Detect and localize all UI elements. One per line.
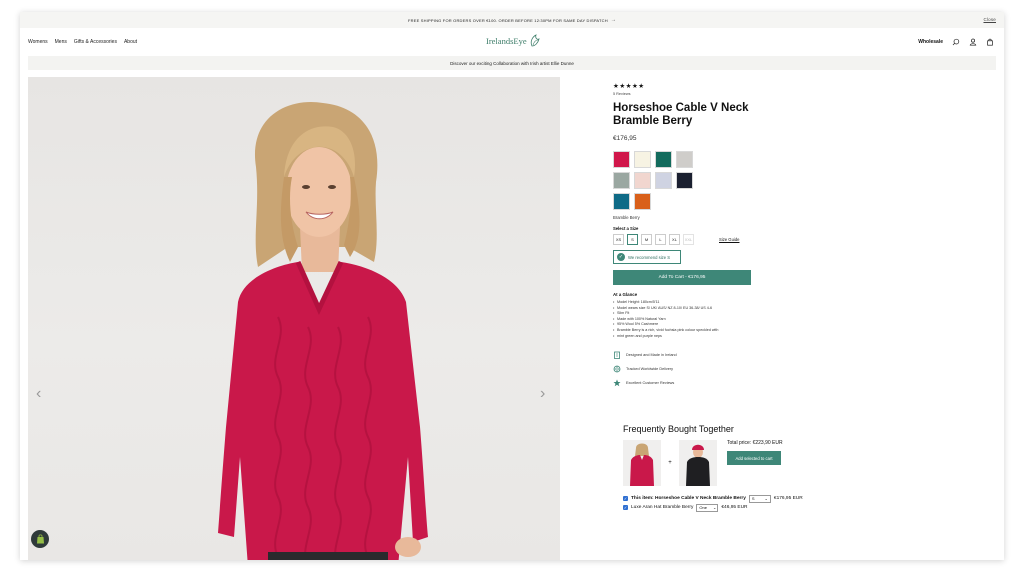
product-info-panel: ★★★★★ 5 Reviews Horseshoe Cable V Neck B… — [613, 82, 758, 390]
hat-thumbnail-image — [686, 444, 710, 486]
wholesale-link[interactable]: Wholesale — [918, 39, 943, 45]
feature-made-in-ireland: Designed and Made in Ireland — [613, 348, 758, 362]
sweater-thumbnail-image — [630, 443, 654, 486]
star-icon — [613, 379, 621, 387]
shopify-badge[interactable] — [31, 530, 49, 548]
glance-list: Model Height: 180cm/5'11 Model wears siz… — [613, 300, 758, 339]
product-title: Horseshoe Cable V Neck Bramble Berry — [613, 102, 749, 127]
main-navigation: Womens Mens Gifts & Accessories About Ir… — [20, 28, 1004, 56]
size-guide-link[interactable]: Size Guide — [719, 237, 739, 242]
color-swatch[interactable] — [613, 193, 630, 210]
nav-links: Womens Mens Gifts & Accessories About — [28, 39, 137, 45]
product-image-gallery[interactable]: ‹ › — [28, 77, 560, 560]
color-swatch[interactable] — [613, 172, 630, 189]
nav-link-gifts[interactable]: Gifts & Accessories — [74, 39, 117, 45]
size-option-xl[interactable]: XL — [669, 234, 680, 245]
color-swatch[interactable] — [613, 151, 630, 168]
brand-name: IrelandsEye — [486, 36, 527, 46]
building-icon — [614, 351, 620, 360]
logo-mark-icon — [530, 34, 540, 47]
announcement-text[interactable]: FREE SHIPPING FOR ORDERS OVER €100. ORDE… — [408, 18, 608, 23]
gallery-prev-arrow[interactable]: ‹ — [36, 385, 41, 403]
nav-link-mens[interactable]: Mens — [55, 39, 67, 45]
color-swatch[interactable] — [634, 172, 651, 189]
plus-icon: + — [668, 460, 672, 466]
feature-delivery: Tracked Worldwide Delivery — [613, 362, 758, 376]
add-to-cart-button[interactable]: Add To Cart - €176,95 — [613, 270, 751, 285]
fbt-products-row: + Total price: €223,90 EUR Add selected … — [623, 440, 853, 486]
globe-delivery-icon — [613, 365, 621, 373]
color-swatch[interactable] — [676, 172, 693, 189]
collab-banner[interactable]: Discover our exciting Collaboration with… — [28, 56, 996, 70]
fbt-thumb-sweater[interactable] — [623, 440, 661, 486]
feature-reviews: Excellent Customer Reviews — [613, 376, 758, 390]
fbt-item-label[interactable]: Luxe Aran Hat Bramble Berry — [631, 505, 693, 510]
search-icon[interactable] — [952, 38, 960, 46]
feature-text: Excellent Customer Reviews — [626, 381, 675, 386]
nav-link-about[interactable]: About — [124, 39, 137, 45]
size-option-s[interactable]: S — [627, 234, 638, 245]
fbt-items: ✓ This item: Horseshoe Cable V Neck Bram… — [623, 494, 853, 512]
rating-stars[interactable]: ★★★★★ — [613, 82, 758, 90]
product-price: €176,95 — [613, 135, 637, 142]
feature-text: Designed and Made in Ireland — [626, 353, 677, 358]
color-swatches — [613, 151, 758, 210]
feature-text: Tracked Worldwide Delivery — [626, 367, 674, 372]
fbt-item-hat: ✓ Luxe Aran Hat Bramble Berry One ⌄ €46,… — [623, 503, 853, 512]
fbt-thumb-hat[interactable] — [679, 440, 717, 486]
fbt-item-checkbox[interactable]: ✓ — [623, 496, 628, 501]
shopping-bag-icon — [36, 534, 44, 544]
arrow-right-icon: → — [610, 17, 616, 23]
gallery-next-arrow[interactable]: › — [540, 385, 545, 403]
add-selected-to-cart-button[interactable]: Add selected to cart — [727, 451, 781, 465]
color-swatch[interactable] — [634, 193, 651, 210]
browser-page: FREE SHIPPING FOR ORDERS OVER €100. ORDE… — [20, 12, 1004, 560]
fbt-item-size-select[interactable]: One ⌄ — [696, 503, 719, 512]
at-a-glance: At a Glance Model Height: 180cm/5'11 Mod… — [613, 292, 758, 339]
size-option-xs[interactable]: XS — [613, 234, 624, 245]
brand-logo[interactable]: IrelandsEye — [486, 34, 541, 48]
size-selector: XS S M L XL XXL Size Guide — [613, 234, 758, 245]
color-swatch[interactable] — [655, 172, 672, 189]
selected-color-name: Bramble Berry — [613, 215, 640, 220]
fbt-item-label[interactable]: This item: Horseshoe Cable V Neck Brambl… — [631, 496, 746, 501]
chevron-down-icon: ⌄ — [712, 505, 717, 510]
size-option-l[interactable]: L — [655, 234, 666, 245]
size-recommendation[interactable]: ✓ We recommend size S — [613, 250, 681, 264]
color-swatch[interactable] — [676, 151, 693, 168]
fbt-title: Frequently Bought Together — [623, 424, 734, 434]
recommend-text: We recommend size S — [628, 254, 671, 260]
review-count[interactable]: 5 Reviews — [613, 92, 758, 96]
collab-text[interactable]: Discover our exciting Collaboration with… — [450, 61, 574, 66]
frequently-bought-together: Frequently Bought Together + Total price… — [623, 424, 853, 512]
product-photo-model — [218, 101, 428, 560]
fbt-item-sweater: ✓ This item: Horseshoe Cable V Neck Bram… — [623, 494, 853, 503]
fbt-total-block: Total price: €223,90 EUR Add selected to… — [727, 440, 783, 486]
checkmark-icon: ✓ — [617, 253, 625, 261]
size-option-xxl[interactable]: XXL — [683, 234, 694, 245]
feature-list: Designed and Made in Ireland Tracked Wor… — [613, 348, 758, 390]
select-value: One — [699, 505, 707, 510]
color-swatch[interactable] — [655, 151, 672, 168]
nav-link-womens[interactable]: Womens — [28, 39, 48, 45]
select-value: S — [751, 496, 755, 501]
cart-bag-icon[interactable] — [986, 38, 994, 46]
fbt-item-checkbox[interactable]: ✓ — [623, 505, 628, 510]
size-option-m[interactable]: M — [641, 234, 652, 245]
announcement-bar: FREE SHIPPING FOR ORDERS OVER €100. ORDE… — [20, 12, 1004, 28]
account-icon[interactable] — [969, 38, 977, 46]
glance-item-continued: mint green and purple neps — [613, 334, 758, 340]
chevron-down-icon: ⌄ — [764, 496, 768, 501]
size-label: Select a Size — [613, 226, 639, 231]
announcement-close-button[interactable]: Close — [983, 17, 996, 22]
nav-actions: Wholesale — [918, 38, 994, 46]
fbt-total-price: Total price: €223,90 EUR — [727, 440, 783, 446]
fbt-item-price: €46,95 EUR — [721, 505, 748, 510]
fbt-item-size-select[interactable]: S ⌄ — [748, 494, 771, 503]
fbt-item-price: €176,95 EUR — [773, 496, 803, 501]
glance-title: At a Glance — [613, 292, 638, 297]
color-swatch[interactable] — [634, 151, 651, 168]
